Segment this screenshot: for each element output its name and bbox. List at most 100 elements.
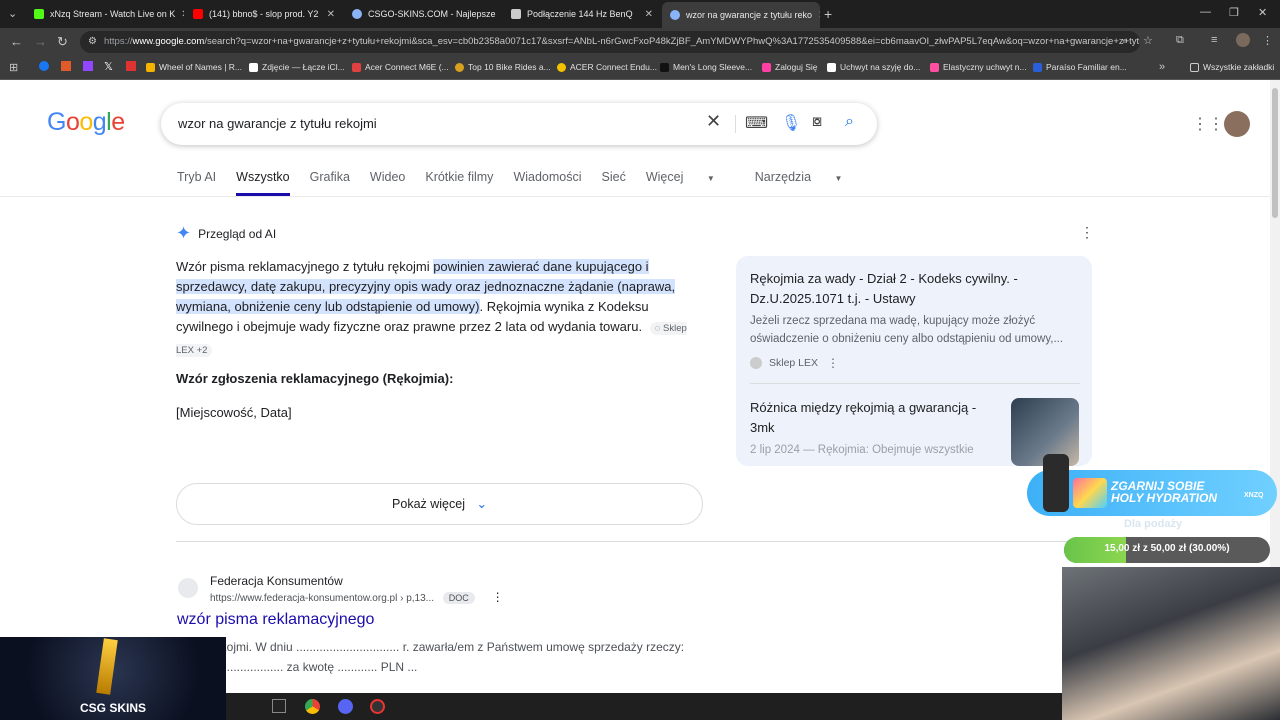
close-icon[interactable]: ✕ [496,9,503,20]
zoom-icon[interactable]: ⌕ [1122,35,1128,48]
forward-icon[interactable]: → [34,34,47,49]
media-icon[interactable]: ≡ [1211,34,1217,46]
site-info-icon[interactable]: ⚙ [88,31,97,53]
tab-search-icon[interactable]: ⌄ [8,7,17,20]
profile-avatar[interactable] [1236,33,1250,47]
close-icon[interactable]: ✕ [639,9,653,20]
clear-icon[interactable]: ✕ [706,111,721,132]
tab-google-search[interactable]: wzor na gwarancje z tytułu reko ✕ [662,2,820,28]
ai-placeholder-line: [Miejscowość, Data] [176,405,292,420]
tab-tools[interactable]: Narzędzia ▼ [755,170,863,196]
tab-video[interactable]: Wideo [370,170,405,196]
bookmark-item[interactable]: Uchwyt na szyję do... [827,62,920,72]
close-window-icon[interactable]: ✕ [1258,6,1267,19]
search-icon[interactable]: ⌕ [845,113,854,131]
source-title[interactable]: Różnica między rękojmią a gwarancją - 3m… [750,398,1000,438]
search-input[interactable]: wzor na gwarancje z tytułu rekojmi [178,116,377,131]
caret-down-icon: ▼ [706,174,715,183]
facebook-icon[interactable] [39,61,49,71]
twitch-icon[interactable] [83,61,93,71]
menu-icon[interactable]: ⋮ [1262,34,1273,47]
mic-icon[interactable]: 🎙 [781,113,801,133]
tab-csgo-skins[interactable]: CSGO-SKINS.COM - Najlepsze ✕ [344,3,502,25]
promo-banner: ZGARNIJ SOBIE HOLY HYDRATION XNZQ [1027,454,1277,516]
ai-overview-header: ✦ Przegląd od AI [176,223,276,244]
new-tab-icon[interactable]: + [824,6,832,22]
more-options-icon[interactable]: ⋮ [492,590,504,604]
tab-news[interactable]: Wiadomości [513,170,581,196]
tab-title: xNzq Stream - Watch Live on K [50,9,176,19]
globe-icon [670,10,680,20]
tab-title: (141) bbno$ - slop prod. Y2 [209,9,319,19]
bookmark-item[interactable]: Zdjęcie — Łącze iCl... [249,62,345,72]
discord-icon[interactable] [338,699,353,714]
bookmark-item[interactable]: ACER Connect Endu... [557,62,657,72]
reload-icon[interactable]: ↻ [57,34,68,50]
x-icon[interactable]: 𝕏 [104,60,113,73]
more-options-icon[interactable]: ⋮ [1080,224,1094,241]
doc-badge: DOC [442,592,475,604]
bookmark-item[interactable]: Zaloguj Się [762,62,818,72]
bookmark-item[interactable]: Wheel of Names | R... [146,62,242,72]
all-bookmarks[interactable]: Wszystkie zakładki [1190,62,1274,72]
source-site[interactable]: Sklep LEX ⋮ [750,356,839,370]
close-icon[interactable]: ✕ [321,9,335,20]
bookmark-icon[interactable] [126,61,136,71]
address-bar[interactable]: ⚙ https://www.google.com/search?q=wzor+n… [80,31,1140,53]
tab-ai-mode[interactable]: Tryb AI [177,170,216,196]
tab-benq[interactable]: Podłączenie 144 Hz BenQ ✕ [503,3,661,25]
shop-icon [930,62,939,72]
bookmark-item[interactable]: Top 10 Bike Rides a... [455,62,551,72]
tab-kick[interactable]: xNzq Stream - Watch Live on K ✕ [26,3,184,25]
bookmark-item[interactable]: Acer Connect M6E (... [352,62,449,72]
chrome-icon[interactable] [305,699,320,714]
result-title-link[interactable]: wzór pisma reklamacyjnego [177,611,374,629]
toolbar: ← → ↻ ⚙ https://www.google.com/search?q=… [0,28,1280,56]
tab-youtube[interactable]: (141) bbno$ - slop prod. Y2 ✕ [185,3,343,25]
acer-icon [557,62,566,72]
source-title[interactable]: Rękojmia za wady - Dział 2 - Kodeks cywi… [750,269,1050,309]
show-more-button[interactable]: Pokaż więcej ⌄ [176,483,703,525]
donation-goal-text: 15,00 zł z 50,00 zł (30.00%) [1104,543,1230,554]
search-box[interactable]: wzor na gwarancje z tytułu rekojmi ✕ ⌨ 🎙… [161,103,877,145]
login-icon [762,62,771,72]
result-site-name[interactable]: Federacja Konsumentów [210,574,343,588]
scrollbar-thumb[interactable] [1272,88,1278,218]
bookmark-item[interactable]: Elastyczny uchwyt n... [930,62,1027,72]
extensions-icon[interactable]: ⧉ [1176,34,1184,47]
sparkle-icon: ✦ [176,223,192,243]
minimize-icon[interactable]: — [1200,6,1211,18]
google-logo[interactable]: Google [47,108,125,137]
keyboard-icon[interactable]: ⌨ [745,113,768,133]
chevron-right-icon[interactable]: » [1159,61,1165,73]
source-site-name: Sklep LEX [769,357,819,369]
bookmark-star-icon[interactable]: ☆ [1143,34,1153,47]
tab-title: CSGO-SKINS.COM - Najlepsze [368,9,496,19]
sponsor-brand: CSG SKINS [79,701,146,715]
bookmark-label: Elastyczny uchwyt n... [943,62,1027,72]
close-icon[interactable]: ✕ [175,9,184,20]
back-icon[interactable]: ← [10,34,23,49]
tab-more[interactable]: Więcej ▼ [646,170,735,196]
webcam-feed [1062,567,1280,720]
tab-images[interactable]: Grafika [310,170,350,196]
bookmark-item[interactable]: Men's Long Sleeve... [660,62,752,72]
tab-web[interactable]: Sieć [602,170,626,196]
tab-short-videos[interactable]: Krótkie filmy [425,170,493,196]
close-icon[interactable]: ✕ [812,10,820,21]
restore-icon[interactable]: ❐ [1229,6,1239,19]
tab-all[interactable]: Wszystko [236,170,290,196]
obs-icon[interactable] [370,699,385,714]
terminal-icon[interactable] [272,699,286,713]
bookmark-label: Zaloguj Się [775,62,818,72]
bookmark-item[interactable]: Paraíso Familiar en... [1033,62,1127,72]
more-options-icon[interactable]: ⋮ [827,356,839,370]
apps-grid-icon[interactable]: ⊞ [9,61,18,74]
result-url[interactable]: https://www.federacja-konsumentow.org.pl… [210,590,504,604]
lens-icon[interactable]: ⧇ [812,113,822,131]
promo-text: ZGARNIJ SOBIE HOLY HYDRATION [1111,480,1217,504]
bookmark-icon[interactable] [61,61,71,71]
avatar[interactable] [1224,111,1250,137]
result-url-text: https://www.federacja-konsumentow.org.pl… [210,593,434,604]
show-more-label: Pokaż więcej [392,497,465,511]
